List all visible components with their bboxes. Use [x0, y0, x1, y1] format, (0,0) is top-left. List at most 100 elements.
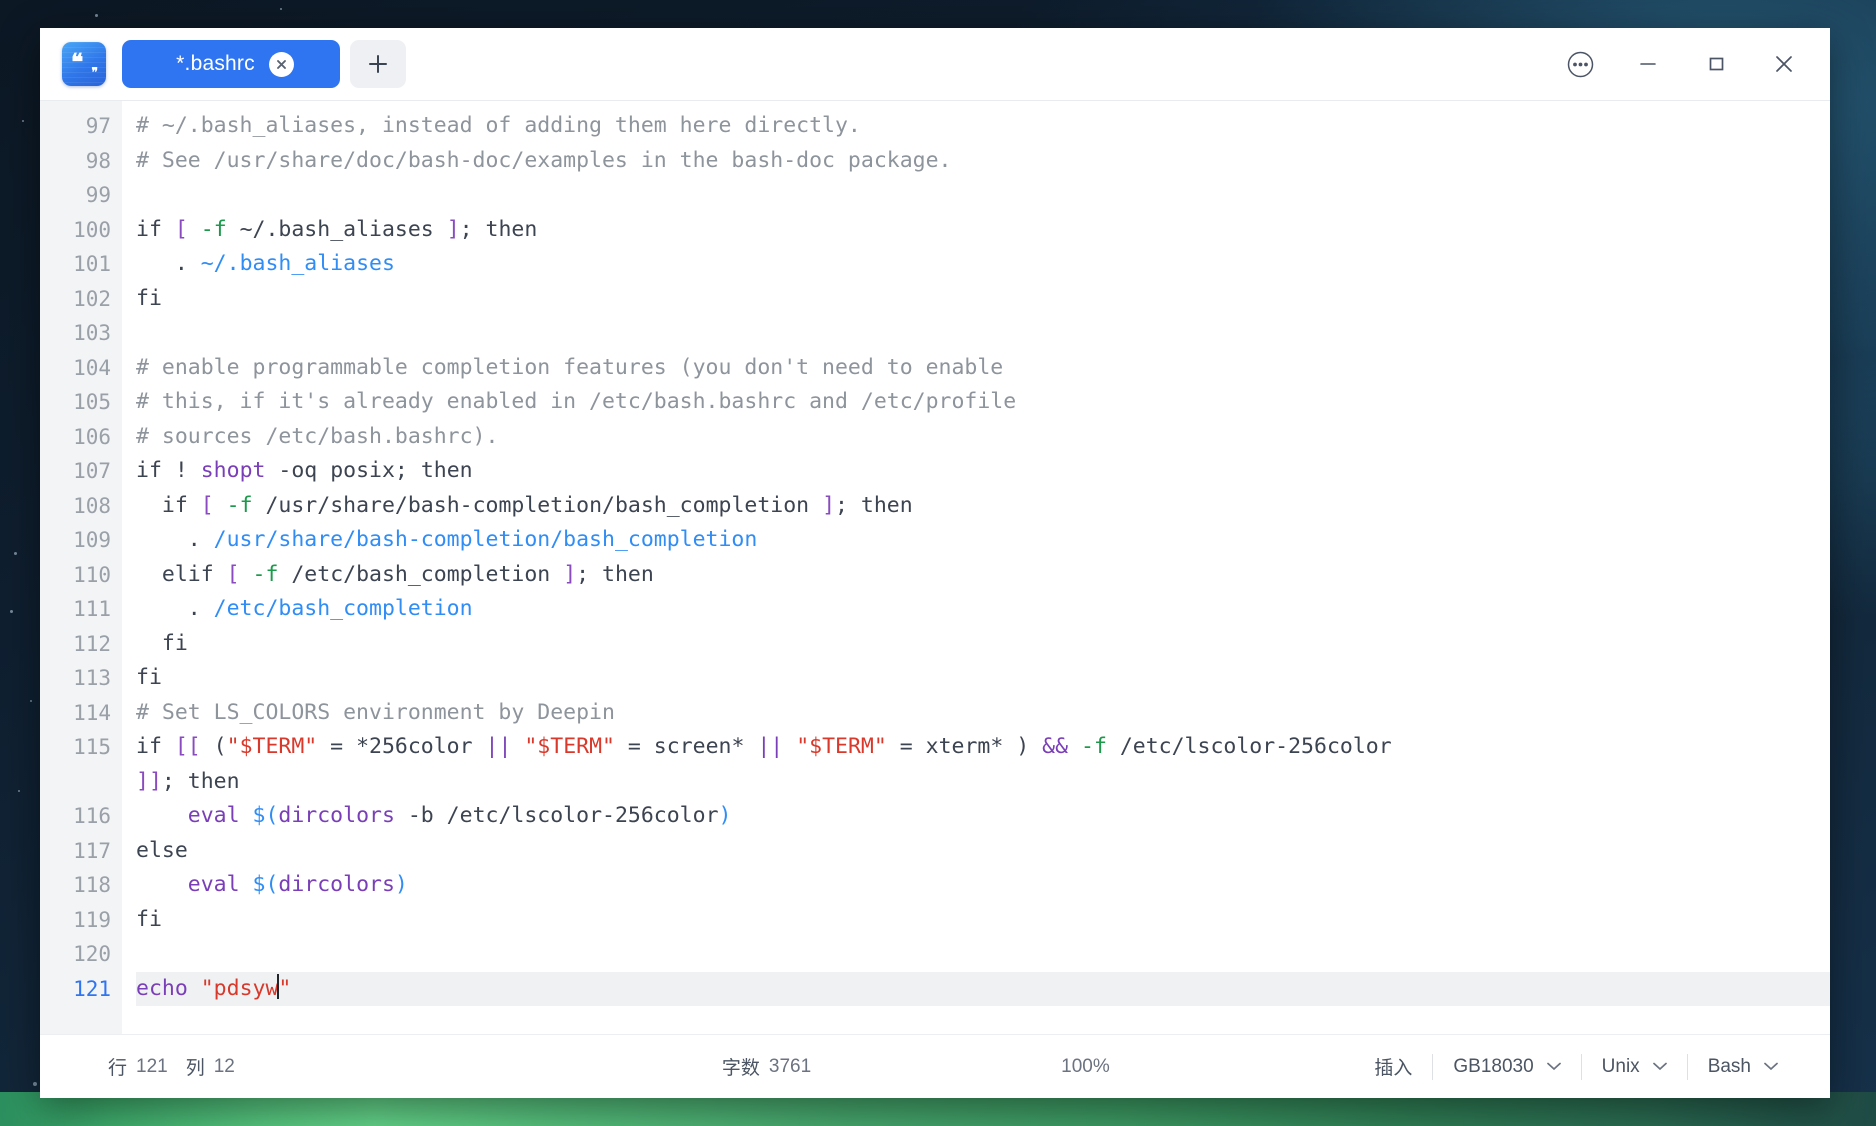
tab-bashrc[interactable]: *.bashrc: [122, 40, 340, 88]
title-bar: ❝ ❞ *.bashrc: [40, 28, 1830, 100]
code-token: &&: [1042, 734, 1069, 759]
window-close-button[interactable]: [1752, 36, 1816, 92]
code-line[interactable]: if ! shopt -oq posix; then: [136, 454, 1830, 489]
code-line[interactable]: fi: [136, 627, 1830, 662]
new-tab-button[interactable]: [350, 40, 406, 88]
chevron-down-icon: [1764, 1062, 1778, 1071]
code-line[interactable]: if [[ ("$TERM" = *256color || "$TERM" = …: [136, 730, 1830, 765]
code-token: "$TERM": [796, 734, 887, 759]
code-token: # enable programmable completion feature…: [136, 354, 1004, 380]
code-line[interactable]: . /etc/bash_completion: [136, 592, 1830, 627]
desktop-star: [95, 14, 98, 17]
line-number: [40, 765, 122, 800]
code-token: if: [136, 734, 175, 759]
code-line[interactable]: # sources /etc/bash.bashrc).: [136, 420, 1830, 455]
code-line[interactable]: fi: [136, 282, 1830, 317]
wordcount-label: 字数: [721, 1058, 760, 1079]
code-line[interactable]: # this, if it's already enabled in /etc/…: [136, 385, 1830, 420]
code-line[interactable]: fi: [136, 661, 1830, 696]
close-icon[interactable]: [268, 51, 294, 77]
code-line[interactable]: else: [136, 834, 1830, 869]
line-ending-selector[interactable]: Unix: [1602, 1056, 1667, 1078]
code-token: # this, if it's already enabled in /etc/…: [136, 389, 1017, 414]
code-token: if: [161, 492, 201, 518]
code-line[interactable]: . /usr/share/bash-completion/bash_comple…: [136, 523, 1830, 558]
code-token: ]]: [136, 768, 162, 794]
code-token: /usr/share/bash-completion/bash_completi…: [213, 527, 758, 552]
code-line[interactable]: [136, 937, 1830, 972]
code-token: ]: [563, 561, 577, 587]
code-token: [: [174, 216, 188, 242]
code-line[interactable]: # See /usr/share/doc/bash-doc/examples i…: [136, 144, 1830, 179]
line-number: 106: [73, 424, 111, 449]
code-token: .: [136, 527, 214, 552]
code-token: [[: [174, 734, 201, 759]
plus-icon: [369, 55, 387, 73]
code-line[interactable]: elif [ -f /etc/bash_completion ]; then: [136, 558, 1830, 593]
insert-mode[interactable]: 插入: [1374, 1053, 1412, 1080]
code-editor[interactable]: 97 98 99 100 101 102 103 104 105 106 107 108 109 110 1…: [40, 100, 1830, 1034]
encoding-label: GB18030: [1453, 1055, 1534, 1077]
code-token: ||: [757, 734, 784, 759]
code-token: shopt: [200, 458, 266, 483]
code-line[interactable]: # ~/.bash_aliases, instead of adding the…: [136, 109, 1830, 144]
code-line[interactable]: [136, 316, 1830, 351]
code-line[interactable]: [136, 178, 1830, 213]
maximize-button[interactable]: [1684, 36, 1748, 92]
minimize-button[interactable]: [1616, 36, 1680, 92]
code-token: dircolors: [278, 872, 395, 897]
code-line[interactable]: eval $(dircolors -b /etc/lscolor-256colo…: [136, 799, 1830, 834]
code-token: ;: [459, 216, 486, 242]
code-token: ~/.bash_aliases: [226, 216, 447, 242]
language-selector[interactable]: Bash: [1708, 1056, 1778, 1078]
code-area[interactable]: # ~/.bash_aliases, instead of adding the…: [122, 101, 1830, 1034]
code-line[interactable]: if [ -f /usr/share/bash-completion/bash_…: [136, 489, 1830, 524]
quotes-book-icon: ❝ ❞: [62, 42, 106, 86]
zoom-level[interactable]: 100%: [1061, 1056, 1110, 1078]
code-line[interactable]: # enable programmable completion feature…: [136, 351, 1830, 386]
window-controls: [1548, 36, 1822, 92]
line-ending-label: Unix: [1601, 1055, 1640, 1077]
line-number: 99: [85, 183, 111, 207]
more-options-button[interactable]: [1548, 36, 1612, 92]
code-token: elif: [161, 561, 227, 587]
line-number: 97: [85, 114, 111, 138]
line-number: 117: [73, 838, 111, 863]
code-token: $(: [252, 803, 279, 828]
code-token: (: [200, 734, 227, 759]
desktop-star: [22, 120, 24, 122]
code-token: .: [136, 596, 214, 621]
code-token: = *256color: [317, 734, 486, 759]
code-line[interactable]: if [ -f ~/.bash_aliases ]; then: [136, 213, 1830, 248]
code-line[interactable]: # Set LS_COLORS environment by Deepin: [136, 696, 1830, 731]
status-divider: [1580, 1053, 1582, 1080]
app-icon-glyph-small: ❞: [91, 65, 98, 79]
code-line[interactable]: eval $(dircolors): [136, 868, 1830, 903]
zoom-value: 100%: [1061, 1055, 1110, 1077]
code-token: then: [860, 492, 913, 518]
encoding-selector[interactable]: GB18030: [1453, 1055, 1561, 1078]
line-number: 112: [73, 631, 111, 656]
line-number: 105: [73, 390, 111, 414]
line-number: 119: [73, 907, 111, 932]
code-line[interactable]: fi: [136, 903, 1830, 938]
code-token: ]: [446, 216, 460, 242]
cursor-position: 行 121 列 12: [108, 1053, 235, 1080]
status-divider: [1686, 1053, 1688, 1080]
line-number: 110: [73, 562, 111, 587]
desktop-star: [33, 1082, 37, 1086]
line-number: 98: [85, 148, 111, 173]
code-line[interactable]: echo "pdsyw": [136, 971, 1830, 1006]
code-token: -f: [1081, 734, 1107, 759]
code-token: fi: [136, 665, 162, 690]
line-number: 104: [73, 355, 111, 380]
code-token: eval: [187, 803, 240, 828]
code-line[interactable]: . ~/.bash_aliases: [136, 247, 1830, 282]
code-line[interactable]: ]]; then: [136, 765, 1830, 800]
code-token: -f: [226, 492, 253, 518]
desktop-star: [280, 8, 282, 10]
code-token: [: [226, 561, 240, 587]
